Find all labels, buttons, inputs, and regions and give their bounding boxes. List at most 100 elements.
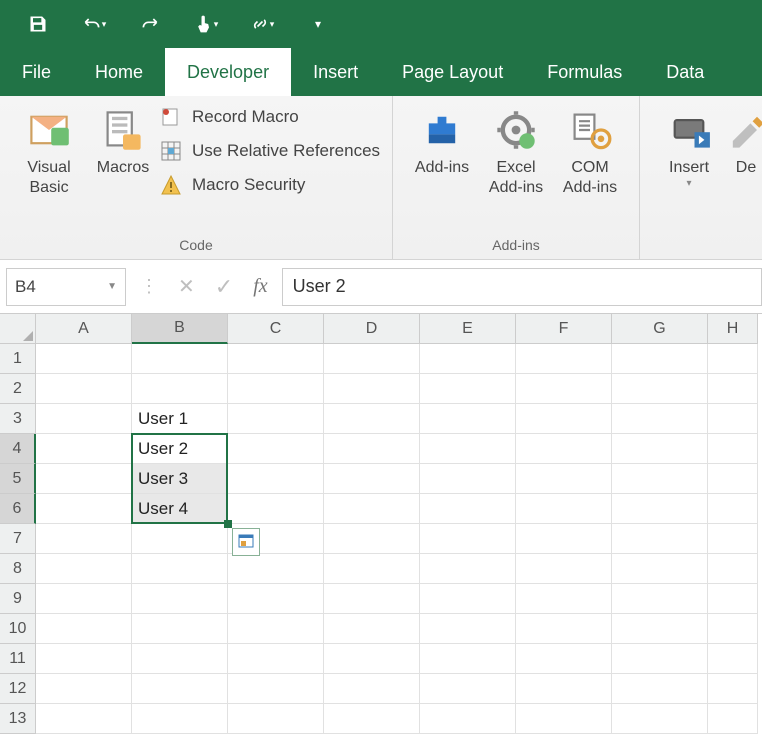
cell-F1[interactable]: [516, 344, 612, 374]
undo-button[interactable]: ▾: [68, 0, 120, 48]
cell-D3[interactable]: [324, 404, 420, 434]
row-header-8[interactable]: 8: [0, 554, 36, 584]
insert-control-button[interactable]: Insert ▾: [652, 102, 726, 191]
cell-B2[interactable]: [132, 374, 228, 404]
cell-C11[interactable]: [228, 644, 324, 674]
cell-D9[interactable]: [324, 584, 420, 614]
cell-B11[interactable]: [132, 644, 228, 674]
cell-A3[interactable]: [36, 404, 132, 434]
cell-D12[interactable]: [324, 674, 420, 704]
column-header-D[interactable]: D: [324, 314, 420, 344]
cell-H4[interactable]: [708, 434, 758, 464]
design-mode-button[interactable]: De: [726, 102, 762, 178]
excel-addins-button[interactable]: Excel Add-ins: [479, 102, 553, 198]
cell-C6[interactable]: [228, 494, 324, 524]
tab-formulas[interactable]: Formulas: [525, 48, 644, 96]
cell-D10[interactable]: [324, 614, 420, 644]
column-header-A[interactable]: A: [36, 314, 132, 344]
column-header-E[interactable]: E: [420, 314, 516, 344]
cell-H10[interactable]: [708, 614, 758, 644]
cell-D11[interactable]: [324, 644, 420, 674]
cell-G7[interactable]: [612, 524, 708, 554]
fx-icon[interactable]: fx: [253, 275, 267, 298]
redo-button[interactable]: [124, 0, 176, 48]
cell-H5[interactable]: [708, 464, 758, 494]
cell-A2[interactable]: [36, 374, 132, 404]
cell-B4[interactable]: User 2: [132, 434, 228, 464]
cell-E4[interactable]: [420, 434, 516, 464]
cell-D4[interactable]: [324, 434, 420, 464]
cell-F3[interactable]: [516, 404, 612, 434]
cell-H1[interactable]: [708, 344, 758, 374]
cell-C5[interactable]: [228, 464, 324, 494]
cell-F11[interactable]: [516, 644, 612, 674]
cell-B3[interactable]: User 1: [132, 404, 228, 434]
cell-E12[interactable]: [420, 674, 516, 704]
cell-A13[interactable]: [36, 704, 132, 734]
cell-E3[interactable]: [420, 404, 516, 434]
cell-E11[interactable]: [420, 644, 516, 674]
cell-F5[interactable]: [516, 464, 612, 494]
accept-formula-icon[interactable]: ✓: [215, 274, 233, 300]
name-box[interactable]: B4 ▼: [6, 268, 126, 306]
cell-B1[interactable]: [132, 344, 228, 374]
cell-D6[interactable]: [324, 494, 420, 524]
customize-qat-button[interactable]: ▾: [292, 0, 344, 48]
cell-A9[interactable]: [36, 584, 132, 614]
macro-security-button[interactable]: Macro Security: [160, 174, 380, 196]
cell-G4[interactable]: [612, 434, 708, 464]
cell-G11[interactable]: [612, 644, 708, 674]
cell-F4[interactable]: [516, 434, 612, 464]
row-header-3[interactable]: 3: [0, 404, 36, 434]
cell-C1[interactable]: [228, 344, 324, 374]
cell-A12[interactable]: [36, 674, 132, 704]
cell-C8[interactable]: [228, 554, 324, 584]
com-addins-button[interactable]: COM Add-ins: [553, 102, 627, 198]
cell-F12[interactable]: [516, 674, 612, 704]
cell-D8[interactable]: [324, 554, 420, 584]
cell-G9[interactable]: [612, 584, 708, 614]
cell-G2[interactable]: [612, 374, 708, 404]
cell-G12[interactable]: [612, 674, 708, 704]
touch-mode-button[interactable]: ▾: [180, 0, 232, 48]
cell-A11[interactable]: [36, 644, 132, 674]
cell-B8[interactable]: [132, 554, 228, 584]
column-header-F[interactable]: F: [516, 314, 612, 344]
cell-D7[interactable]: [324, 524, 420, 554]
column-header-C[interactable]: C: [228, 314, 324, 344]
cell-D13[interactable]: [324, 704, 420, 734]
cell-H9[interactable]: [708, 584, 758, 614]
cell-E9[interactable]: [420, 584, 516, 614]
cell-C3[interactable]: [228, 404, 324, 434]
cell-E10[interactable]: [420, 614, 516, 644]
cell-F10[interactable]: [516, 614, 612, 644]
cell-H8[interactable]: [708, 554, 758, 584]
cell-C4[interactable]: [228, 434, 324, 464]
column-header-B[interactable]: B: [132, 314, 228, 344]
cell-E8[interactable]: [420, 554, 516, 584]
cell-C10[interactable]: [228, 614, 324, 644]
cell-F6[interactable]: [516, 494, 612, 524]
formula-input[interactable]: User 2: [282, 268, 762, 306]
tab-data[interactable]: Data: [644, 48, 726, 96]
visual-basic-button[interactable]: Visual Basic: [12, 102, 86, 198]
cell-D5[interactable]: [324, 464, 420, 494]
cell-G3[interactable]: [612, 404, 708, 434]
row-header-9[interactable]: 9: [0, 584, 36, 614]
row-header-7[interactable]: 7: [0, 524, 36, 554]
row-header-6[interactable]: 6: [0, 494, 36, 524]
column-header-G[interactable]: G: [612, 314, 708, 344]
macros-button[interactable]: Macros: [86, 102, 160, 178]
cell-B9[interactable]: [132, 584, 228, 614]
cell-G5[interactable]: [612, 464, 708, 494]
cell-A10[interactable]: [36, 614, 132, 644]
cell-C12[interactable]: [228, 674, 324, 704]
cell-H12[interactable]: [708, 674, 758, 704]
cell-F9[interactable]: [516, 584, 612, 614]
cell-H6[interactable]: [708, 494, 758, 524]
cell-C13[interactable]: [228, 704, 324, 734]
select-all-corner[interactable]: [0, 314, 36, 344]
cell-E5[interactable]: [420, 464, 516, 494]
tab-home[interactable]: Home: [73, 48, 165, 96]
cell-B7[interactable]: [132, 524, 228, 554]
